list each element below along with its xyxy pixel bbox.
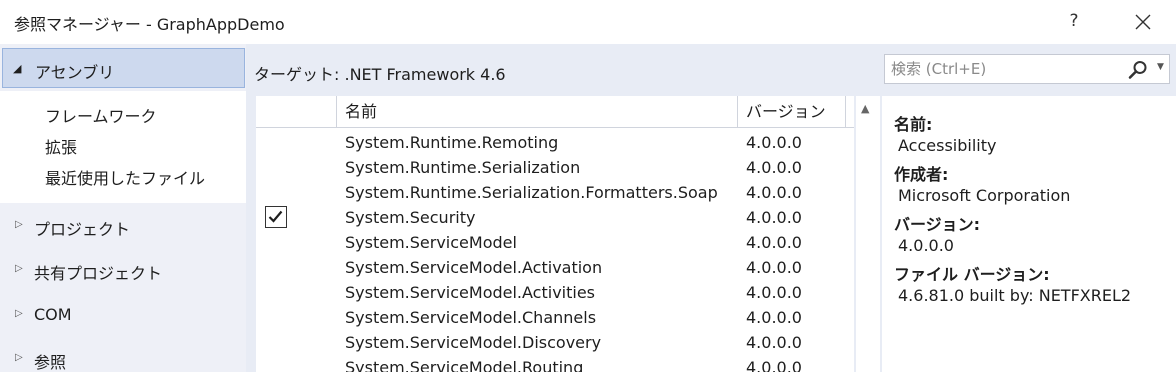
assembly-name: System.ServiceModel.Activation xyxy=(345,258,603,277)
detail-author-label: 作成者: xyxy=(894,165,949,184)
assembly-name: System.Security xyxy=(345,208,476,227)
table-row[interactable]: System.ServiceModel.Discovery 4.0.0.0 xyxy=(256,330,854,355)
category-nav: ◢ アセンブリ フレームワーク 拡張 最近使用したファイル ▷ プロジェクト ▷… xyxy=(0,44,246,372)
assembly-name: System.ServiceModel.Channels xyxy=(345,308,597,327)
close-icon xyxy=(1135,14,1151,30)
assembly-name: System.ServiceModel xyxy=(345,233,517,252)
table-row[interactable]: System.ServiceModel.Activation 4.0.0.0 xyxy=(256,255,854,280)
table-row[interactable]: System.Runtime.Remoting 4.0.0.0 xyxy=(256,130,854,155)
detail-version-value: 4.0.0.0 xyxy=(898,236,954,255)
window-title: 参照マネージャー - GraphAppDemo xyxy=(14,15,285,34)
detail-author-value: Microsoft Corporation xyxy=(898,186,1071,205)
assembly-version: 4.0.0.0 xyxy=(746,358,802,372)
vertical-scrollbar[interactable]: ▲ xyxy=(856,96,880,372)
assembly-name: System.ServiceModel.Discovery xyxy=(345,333,602,352)
details-pane: 名前: Accessibility 作成者: Microsoft Corpora… xyxy=(882,96,1176,372)
table-row[interactable]: System.ServiceModel.Channels 4.0.0.0 xyxy=(256,305,854,330)
chevron-down-icon[interactable]: ▼ xyxy=(1157,62,1164,72)
detail-name-label: 名前: xyxy=(894,115,933,134)
table-row[interactable]: System.Runtime.Serialization.Formatters.… xyxy=(256,180,854,205)
nav-subitem-recent[interactable]: 最近使用したファイル xyxy=(45,165,205,189)
collapsed-triangle-icon: ▷ xyxy=(15,219,23,230)
header-version-column[interactable]: バージョン xyxy=(738,96,846,128)
include-checkbox[interactable] xyxy=(265,206,287,228)
nav-subitem-extensions[interactable]: 拡張 xyxy=(45,134,77,158)
close-button[interactable] xyxy=(1126,6,1160,38)
help-button[interactable]: ? xyxy=(1060,6,1088,36)
assembly-version: 4.0.0.0 xyxy=(746,133,802,152)
nav-item-label: 共有プロジェクト xyxy=(34,264,163,283)
header-check-column[interactable] xyxy=(256,96,337,128)
table-row[interactable]: System.Runtime.Serialization 4.0.0.0 xyxy=(256,155,854,180)
nav-item-assemblies[interactable]: ◢ アセンブリ xyxy=(2,48,245,88)
expanded-triangle-icon: ◢ xyxy=(13,62,22,75)
assembly-name: System.ServiceModel.Activities xyxy=(345,283,595,302)
assemblies-subitems: フレームワーク 拡張 最近使用したファイル xyxy=(0,91,246,203)
assembly-name: System.Runtime.Serialization xyxy=(345,158,581,177)
search-input[interactable] xyxy=(891,58,1121,80)
nav-item-shared-projects[interactable]: ▷ 共有プロジェクト xyxy=(0,253,246,289)
assembly-version: 4.0.0.0 xyxy=(746,183,802,202)
search-icon[interactable] xyxy=(1128,60,1148,80)
nav-item-projects[interactable]: ▷ プロジェクト xyxy=(0,209,246,245)
collapsed-triangle-icon: ▷ xyxy=(15,352,23,363)
detail-file-version-label: ファイル バージョン: xyxy=(894,265,1050,284)
table-row[interactable]: System.ServiceModel.Activities 4.0.0.0 xyxy=(256,280,854,305)
target-framework-label: ターゲット: .NET Framework 4.6 xyxy=(254,65,506,84)
nav-item-label: アセンブリ xyxy=(35,63,115,82)
scroll-up-icon[interactable]: ▲ xyxy=(861,102,869,115)
assembly-version: 4.0.0.0 xyxy=(746,208,802,227)
assembly-name: System.ServiceModel.Routing xyxy=(345,358,584,372)
nav-item-label: COM xyxy=(34,305,72,324)
header-name-column[interactable]: 名前 xyxy=(337,96,738,128)
checkmark-icon xyxy=(268,210,283,223)
nav-item-label: 参照 xyxy=(34,353,67,372)
table-row[interactable]: System.ServiceModel 4.0.0.0 xyxy=(256,230,854,255)
assembly-list: 名前 バージョン System.Runtime.Remoting 4.0.0.0 S… xyxy=(256,96,854,372)
nav-item-browse[interactable]: ▷ 参照 xyxy=(0,342,246,372)
title-bar: 参照マネージャー - GraphAppDemo ? xyxy=(0,0,1176,44)
assembly-name: System.Runtime.Serialization.Formatters.… xyxy=(345,183,718,202)
assembly-name: System.Runtime.Remoting xyxy=(345,133,559,152)
assembly-version: 4.0.0.0 xyxy=(746,258,802,277)
search-box[interactable]: ▼ xyxy=(884,54,1170,84)
assembly-version: 4.0.0.0 xyxy=(746,308,802,327)
detail-name-value: Accessibility xyxy=(898,136,997,155)
grid-header: 名前 バージョン xyxy=(256,96,854,128)
collapsed-triangle-icon: ▷ xyxy=(15,308,23,319)
nav-item-label: プロジェクト xyxy=(34,220,131,239)
assembly-version: 4.0.0.0 xyxy=(746,283,802,302)
assembly-version: 4.0.0.0 xyxy=(746,158,802,177)
detail-file-version-value: 4.6.81.0 built by: NETFXREL2 xyxy=(898,286,1132,305)
table-row[interactable]: System.Security 4.0.0.0 xyxy=(256,205,854,230)
collapsed-triangle-icon: ▷ xyxy=(15,263,23,274)
nav-item-com[interactable]: ▷ COM xyxy=(0,298,246,334)
detail-version-label: バージョン: xyxy=(894,215,981,234)
assembly-version: 4.0.0.0 xyxy=(746,333,802,352)
assembly-version: 4.0.0.0 xyxy=(746,233,802,252)
nav-subitem-framework[interactable]: フレームワーク xyxy=(45,103,157,127)
table-row[interactable]: System.ServiceModel.Routing 4.0.0.0 xyxy=(256,355,854,372)
